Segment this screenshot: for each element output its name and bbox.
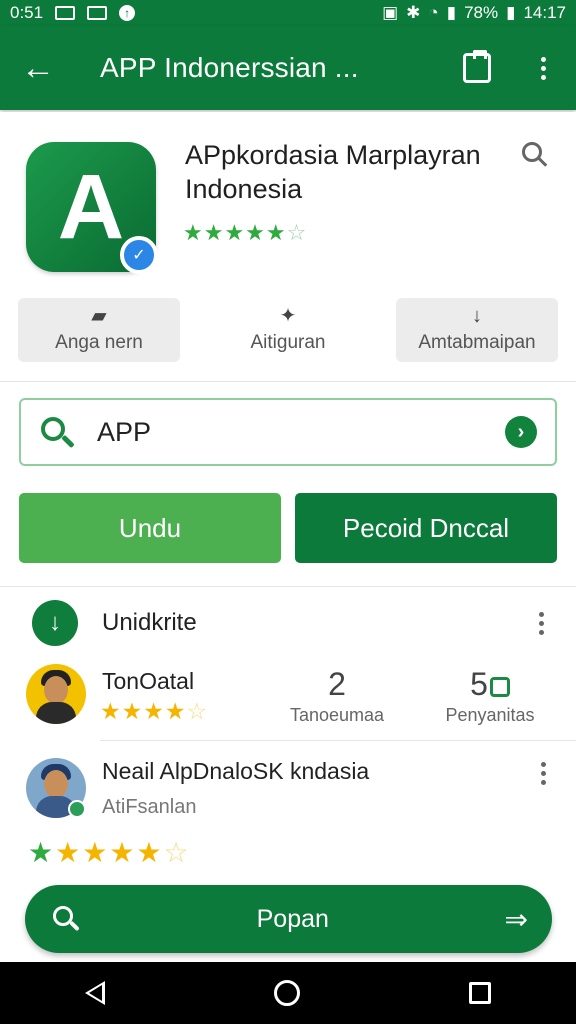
- search-icon: [51, 904, 81, 934]
- action-label-3: Amtabmaipan: [418, 332, 536, 353]
- divider: [100, 740, 576, 741]
- app-name-line2: Indonesia: [185, 174, 303, 204]
- reviewer-name: Neail AlpDnaloSK kndasia: [102, 758, 370, 784]
- clipboard-icon: [463, 50, 491, 83]
- signal-icon: ▮: [446, 3, 457, 22]
- reviewer-subtitle: AtiFsanlan: [102, 796, 197, 818]
- search-value: APP: [97, 416, 152, 447]
- app-header: A APpkordasia Marplayran Indonesia ★★★★★…: [0, 112, 576, 382]
- action-button-3[interactable]: ↓ Amtabmaipan: [396, 298, 558, 362]
- back-arrow-icon[interactable]: ←: [0, 26, 76, 110]
- online-badge-icon: [68, 800, 86, 818]
- bottom-action-label: Popan: [256, 904, 329, 933]
- more-vert-icon[interactable]: [526, 611, 556, 635]
- stat-2-value: 5: [470, 666, 488, 702]
- app-name: APpkordasia Marplayran Indonesia: [185, 138, 505, 206]
- stat-1: 2 Tanoeumaa: [282, 666, 392, 726]
- action-button-2[interactable]: ✦ Aitiguran: [207, 298, 369, 362]
- review-item[interactable]: Neail AlpDnaloSK kndasia AtiFsanlan ★★★★…: [0, 752, 576, 892]
- battery-icon: ▮: [506, 3, 516, 22]
- action-row: ▰ Anga nern ✦ Aitiguran ↓ Amtabmaipan: [18, 298, 558, 362]
- download-arrow-icon: ↓: [472, 305, 482, 327]
- secondary-button[interactable]: Pecoid Dnccal: [295, 493, 557, 563]
- reviewer-stars: ★★★★☆: [100, 698, 209, 724]
- notification-icon: [55, 6, 76, 20]
- stat-1-label: Tanoeumaa: [289, 705, 385, 725]
- button-row: Undu Pecoid Dnccal: [19, 493, 557, 563]
- status-time-left: 0:51: [10, 3, 44, 22]
- status-time-right: 14:17: [523, 3, 566, 22]
- overflow-menu-button[interactable]: [510, 26, 576, 110]
- check-box-icon: [489, 676, 510, 697]
- more-vert-icon: [540, 56, 546, 80]
- app-icon-letter: A: [57, 156, 125, 258]
- download-icon: ↓: [32, 600, 78, 646]
- divider: [0, 586, 576, 587]
- action-button-1[interactable]: ▰ Anga nern: [18, 298, 180, 362]
- message-icon: [87, 6, 108, 20]
- sparkle-icon: ✦: [279, 305, 297, 327]
- reviewer-name: TonOatal: [102, 668, 195, 694]
- avatar: [26, 664, 86, 724]
- reviewer-stars: ★★★★★☆: [28, 837, 191, 868]
- upload-icon: ↑: [119, 5, 136, 21]
- app-name-line1: APpkordasia Marplayran: [185, 140, 481, 170]
- status-bar: 0:51 ↑ ▣ ✱ ◔ ▮ 78% ▮ 14:17: [0, 0, 576, 26]
- clipboard-button[interactable]: [444, 26, 510, 110]
- forward-arrow-icon: ⇒: [504, 903, 528, 935]
- more-vert-icon[interactable]: [528, 762, 558, 785]
- verified-badge-icon: ✓: [120, 236, 158, 274]
- search-input[interactable]: APP ›: [19, 398, 557, 466]
- download-label: Unidkrite: [102, 609, 197, 636]
- action-label-1: Anga nern: [55, 332, 143, 353]
- stat-2-label: Penyanitas: [445, 705, 535, 725]
- phone-icon: ▰: [91, 305, 107, 327]
- search-go-icon[interactable]: ›: [505, 416, 537, 448]
- app-rating-stars: ★★★★★☆: [183, 220, 308, 245]
- stat-1-value: 2: [328, 666, 346, 702]
- bottom-action-button[interactable]: Popan ⇒: [25, 885, 552, 953]
- nav-recents-icon[interactable]: [469, 982, 492, 1004]
- nfc-icon: ▣: [382, 3, 399, 22]
- primary-button[interactable]: Undu: [19, 493, 281, 563]
- user-search-icon[interactable]: [516, 140, 550, 174]
- action-label-2: Aitiguran: [250, 332, 326, 353]
- review-item[interactable]: TonOatal ★★★★☆ 2 Tanoeumaa 5 Penyanitas: [0, 662, 576, 732]
- system-nav-bar: [0, 962, 576, 1024]
- stat-2: 5 Penyanitas: [430, 666, 550, 726]
- nav-home-icon[interactable]: [273, 980, 300, 1006]
- app-bar: ← APP Indonerssian ...: [0, 26, 576, 110]
- app-bar-title: APP Indonerssian ...: [100, 52, 359, 83]
- wifi-icon: ◔: [428, 3, 439, 22]
- nav-back-icon[interactable]: [84, 981, 105, 1005]
- battery-text: 78%: [464, 3, 499, 22]
- search-icon: [39, 415, 75, 449]
- list-item[interactable]: ↓ Unidkrite: [0, 596, 576, 650]
- bluetooth-icon: ✱: [406, 3, 421, 22]
